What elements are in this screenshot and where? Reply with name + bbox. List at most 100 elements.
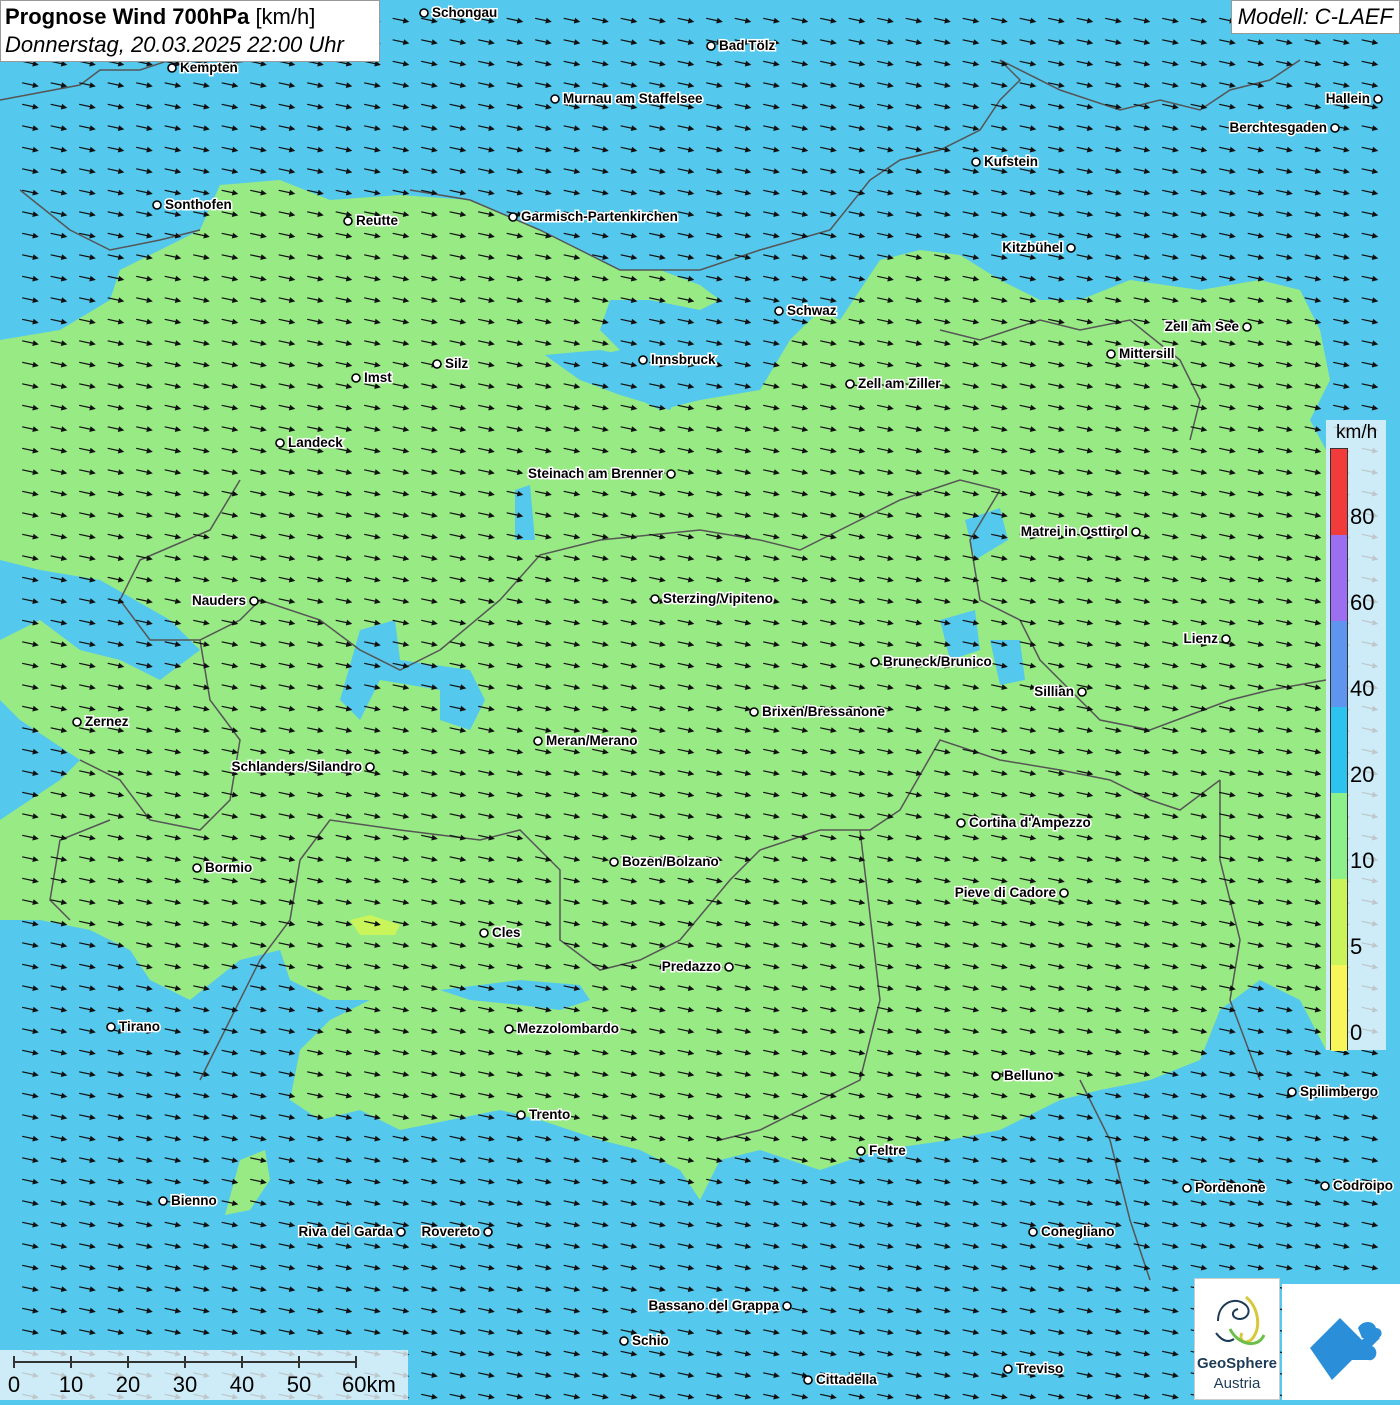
city-label: Mezzolombardo — [517, 1021, 619, 1036]
city-marker-icon — [250, 597, 258, 605]
city-marker-icon — [344, 217, 352, 225]
city-marker-icon — [505, 1025, 513, 1033]
legend-label: 20 — [1350, 762, 1374, 788]
city-label: Riva del Garda — [298, 1224, 393, 1239]
city-matrei-in-osttirol: Matrei in Osttirol — [1021, 524, 1140, 539]
legend-label: 80 — [1350, 504, 1374, 530]
city-marker-icon — [639, 356, 647, 364]
scale-bar: 0 10 20 30 40 50 60km — [0, 1350, 408, 1400]
city-label: Cles — [492, 925, 521, 940]
city-steinach-am-brenner: Steinach am Brenner — [528, 466, 675, 481]
geosphere-country: Austria — [1195, 1375, 1279, 1392]
city-marker-icon — [1243, 323, 1251, 331]
map-title-unit: [km/h] — [255, 4, 315, 29]
city-label: Pordenone — [1195, 1180, 1266, 1195]
city-label: Kitzbühel — [1002, 240, 1063, 255]
city-schlanders-silandro: Schlanders/Silandro — [231, 759, 374, 774]
city-sterzing-vipiteno: Sterzing/Vipiteno — [651, 591, 773, 606]
city-label: Tirano — [119, 1019, 160, 1034]
city-marker-icon — [667, 470, 675, 478]
city-marker-icon — [857, 1147, 865, 1155]
city-marker-icon — [750, 708, 758, 716]
city-marker-icon — [420, 9, 428, 17]
scale-tick-label: 0 — [8, 1372, 20, 1397]
legend-band — [1331, 707, 1347, 793]
legend-band — [1331, 793, 1347, 879]
scale-tick-label: 50 — [287, 1372, 311, 1397]
city-label: Zernez — [85, 714, 129, 729]
city-marker-icon — [804, 1376, 812, 1384]
city-label: Cortina d'Ampezzo — [969, 815, 1091, 830]
geosphere-name: GeoSphere — [1195, 1355, 1279, 1372]
scale-tick-label: 60km — [342, 1372, 396, 1397]
legend-band — [1331, 535, 1347, 621]
city-marker-icon — [1222, 635, 1230, 643]
city-marker-icon — [1067, 244, 1075, 252]
city-marker-icon — [610, 858, 618, 866]
city-marker-icon — [352, 374, 360, 382]
city-schongau: Schongau — [420, 5, 497, 20]
city-label: Conegliano — [1041, 1224, 1115, 1239]
city-marker-icon — [972, 158, 980, 166]
city-label: Innsbruck — [651, 352, 716, 367]
city-marker-icon — [1078, 688, 1086, 696]
scale-tick-label: 30 — [173, 1372, 197, 1397]
legend-unit: km/h — [1336, 422, 1377, 444]
city-conegliano: Conegliano — [1029, 1224, 1115, 1239]
city-label: Sterzing/Vipiteno — [663, 591, 773, 606]
cloud-mountain-icon — [1282, 1284, 1400, 1400]
legend-label: 10 — [1350, 848, 1374, 874]
city-label: Bozen/Bolzano — [622, 854, 719, 869]
city-marker-icon — [276, 439, 284, 447]
city-label: Kempten — [180, 60, 238, 75]
city-marker-icon — [366, 763, 374, 771]
city-label: Sillian — [1034, 684, 1074, 699]
geosphere-emblem-icon — [1208, 1289, 1268, 1353]
city-label: Murnau am Staffelsee — [563, 91, 703, 106]
city-marker-icon — [517, 1111, 525, 1119]
city-marker-icon — [168, 64, 176, 72]
city-label: Feltre — [869, 1143, 906, 1158]
city-label: Treviso — [1016, 1361, 1063, 1376]
city-marker-icon — [1374, 95, 1382, 103]
city-label: Lienz — [1183, 631, 1218, 646]
scale-tick-label: 20 — [116, 1372, 140, 1397]
city-pordenone: Pordenone — [1183, 1180, 1266, 1195]
city-label: Bienno — [171, 1193, 217, 1208]
scale-bar-graphic: 0 10 20 30 40 50 60km — [0, 1350, 408, 1400]
city-meran-merano: Meran/Merano — [534, 733, 638, 748]
city-marker-icon — [397, 1228, 405, 1236]
city-marker-icon — [193, 864, 201, 872]
city-label: Zell am See — [1165, 319, 1240, 334]
city-marker-icon — [846, 380, 854, 388]
city-murnau-am-staffelsee: Murnau am Staffelsee — [551, 91, 703, 106]
city-marker-icon — [1029, 1228, 1037, 1236]
city-label: Predazzo — [662, 959, 721, 974]
model-label: Modell: C-LAEF — [1231, 0, 1400, 34]
city-label: Pieve di Cadore — [955, 885, 1057, 900]
city-bozen-bolzano: Bozen/Bolzano — [610, 854, 719, 869]
title-box: Prognose Wind 700hPa [km/h] Donnerstag, … — [0, 0, 380, 62]
city-label: Bad Tölz — [719, 38, 775, 53]
city-zell-am-see: Zell am See — [1165, 319, 1251, 334]
city-label: Kufstein — [984, 154, 1038, 169]
wind-map: Schongau Bad Tölz Kempten Murnau am Staffel… — [0, 0, 1400, 1400]
city-label: Schongau — [432, 5, 497, 20]
city-marker-icon — [1060, 889, 1068, 897]
city-label: Spilimbergo — [1300, 1084, 1378, 1099]
city-marker-icon — [534, 737, 542, 745]
scale-tick-label: 10 — [59, 1372, 83, 1397]
city-sonthofen: Sonthofen — [153, 197, 232, 212]
legend-color-bar — [1330, 448, 1348, 1050]
city-zell-am-ziller: Zell am Ziller — [846, 376, 941, 391]
city-label: Hallein — [1326, 91, 1370, 106]
city-marker-icon — [1132, 528, 1140, 536]
city-label: Schio — [632, 1333, 669, 1348]
city-label: Steinach am Brenner — [528, 466, 664, 481]
city-label: Berchtesgaden — [1229, 120, 1327, 135]
city-marker-icon — [957, 819, 965, 827]
city-marker-icon — [107, 1023, 115, 1031]
scale-tick-label: 40 — [230, 1372, 254, 1397]
legend-band — [1331, 449, 1347, 535]
legend-label: 5 — [1350, 934, 1362, 960]
